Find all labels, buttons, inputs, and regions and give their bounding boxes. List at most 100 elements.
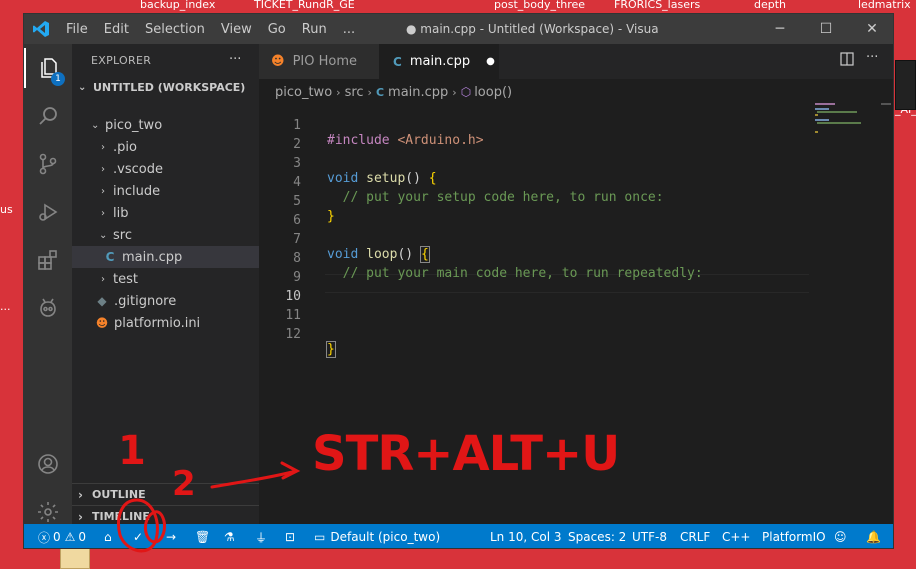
desktop-label-4[interactable]: FRORICS_lasers bbox=[614, 0, 700, 11]
minimize-button[interactable]: ─ bbox=[757, 14, 803, 44]
explorer-activity[interactable]: 1 bbox=[24, 48, 72, 88]
pio-env-switcher[interactable]: ▭ Default (pico_two) bbox=[314, 524, 440, 548]
warning-icon: ⚠ bbox=[64, 530, 76, 544]
tree-item-label: pico_two bbox=[105, 117, 163, 133]
cursor-position-status[interactable]: Ln 10, Col 3 bbox=[490, 524, 562, 548]
pio-serial-monitor-button[interactable]: ⏚ bbox=[255, 524, 267, 548]
workspace-header[interactable]: ⌄ UNTITLED (WORKSPACE) bbox=[72, 77, 259, 99]
desktop-label-1[interactable]: backup_index bbox=[140, 0, 215, 11]
tree-item-include[interactable]: › include bbox=[72, 180, 259, 202]
desktop-label-left-1[interactable]: us bbox=[0, 203, 13, 216]
chevron-right-icon: › bbox=[78, 509, 83, 524]
activity-bar: 1 bbox=[24, 44, 72, 524]
breadcrumb-item[interactable]: main.cpp bbox=[388, 85, 448, 100]
window-title: ● main.cpp - Untitled (Workspace) - Visu… bbox=[406, 22, 658, 36]
tree-item-src[interactable]: ⌄ src bbox=[72, 224, 259, 246]
tree-item-platformio-ini[interactable]: ☻ platformio.ini bbox=[72, 312, 259, 334]
code-line[interactable]: 12 } bbox=[259, 312, 819, 358]
menu-selection[interactable]: Selection bbox=[137, 22, 213, 37]
chevron-right-icon: › bbox=[78, 487, 83, 502]
code-line-current[interactable]: 10 bbox=[259, 274, 819, 304]
desktop-label-2[interactable]: TICKET_RundR_GE bbox=[254, 0, 355, 11]
tab-main-cpp[interactable]: C main.cpp ● bbox=[379, 44, 499, 79]
tree-item-main-cpp[interactable]: C main.cpp bbox=[72, 246, 259, 268]
desktop-folder-icon[interactable] bbox=[895, 60, 916, 110]
pio-home-button[interactable]: ⌂ bbox=[104, 524, 112, 548]
platformio-activity[interactable] bbox=[24, 288, 72, 328]
explorer-more-button[interactable]: ··· bbox=[229, 52, 241, 67]
feedback-button[interactable]: ☺ bbox=[834, 524, 847, 548]
indentation-status[interactable]: Spaces: 2 bbox=[568, 524, 626, 548]
run-debug-activity[interactable] bbox=[24, 192, 72, 232]
code-line[interactable]: 9 bbox=[259, 255, 819, 285]
chevron-down-icon: ⌄ bbox=[91, 119, 100, 131]
tree-item-label: include bbox=[113, 183, 161, 199]
tree-item-test[interactable]: › test bbox=[72, 268, 259, 290]
search-activity[interactable] bbox=[24, 96, 72, 136]
menu-run[interactable]: Run bbox=[294, 22, 335, 37]
line-number: 12 bbox=[285, 327, 301, 342]
pio-upload-button[interactable]: → bbox=[166, 524, 176, 548]
code-line[interactable]: 8 // put your main code here, to run rep… bbox=[259, 236, 819, 281]
menu-file[interactable]: File bbox=[58, 22, 96, 37]
menu-more[interactable]: ... bbox=[335, 22, 363, 37]
code-line[interactable]: 2 bbox=[259, 122, 819, 152]
split-editor-icon bbox=[840, 52, 854, 66]
code-line[interactable]: 3 void setup() { bbox=[259, 141, 819, 186]
pio-terminal-button[interactable]: ⊡ bbox=[285, 524, 296, 548]
menu-edit[interactable]: Edit bbox=[96, 22, 137, 37]
desktop-label-5[interactable]: depth bbox=[754, 0, 786, 11]
notifications-button[interactable]: 🔔 bbox=[866, 524, 881, 548]
breadcrumb-item[interactable]: pico_two bbox=[275, 85, 332, 100]
menu-go[interactable]: Go bbox=[260, 22, 294, 37]
desktop-label-left-2[interactable]: ... bbox=[0, 300, 11, 313]
pio-clean-button[interactable]: 🗑 bbox=[195, 524, 210, 548]
pio-test-button[interactable]: ⚗ bbox=[224, 524, 235, 548]
tree-item-gitignore[interactable]: ◆ .gitignore bbox=[72, 290, 259, 312]
pio-build-button[interactable]: ✓ bbox=[133, 524, 143, 548]
platformio-status[interactable]: PlatformIO bbox=[762, 524, 826, 548]
annotation-shortcut-text: STR+ALT+U bbox=[312, 426, 620, 482]
search-icon bbox=[39, 107, 57, 125]
code-line[interactable]: 7 void loop() { bbox=[259, 217, 819, 263]
tree-item-pio[interactable]: › .pio bbox=[72, 136, 259, 158]
outline-section-header[interactable]: › OUTLINE bbox=[72, 483, 259, 505]
terminal-icon: ⊡ bbox=[285, 530, 296, 544]
tree-item-label: .gitignore bbox=[114, 293, 177, 309]
extensions-activity[interactable] bbox=[24, 240, 72, 280]
desktop-label-6[interactable]: ledmatrix bbox=[858, 0, 911, 11]
close-button[interactable]: ✕ bbox=[849, 14, 893, 44]
breadcrumb-item[interactable]: loop() bbox=[474, 85, 512, 100]
menu-view[interactable]: View bbox=[213, 22, 260, 37]
code-line[interactable]: 4 // put your setup code here, to run on… bbox=[259, 160, 819, 205]
error-icon: ⓧ bbox=[38, 530, 51, 545]
source-control-activity[interactable] bbox=[24, 144, 72, 184]
maximize-button[interactable]: ☐ bbox=[803, 14, 849, 44]
language-mode-status[interactable]: C++ bbox=[722, 524, 751, 548]
desktop-file-icon[interactable] bbox=[60, 548, 90, 569]
tree-item-label: .vscode bbox=[113, 161, 163, 177]
chevron-down-icon: ⌄ bbox=[78, 82, 87, 93]
tree-item-pico-two[interactable]: ⌄ pico_two bbox=[72, 114, 259, 136]
code-line[interactable]: 6 bbox=[259, 198, 819, 228]
accounts-activity[interactable] bbox=[24, 444, 72, 484]
code-line[interactable]: 11 bbox=[259, 293, 819, 323]
chevron-down-icon: ⌄ bbox=[99, 229, 108, 241]
chevron-right-icon: › bbox=[101, 185, 105, 197]
tab-label: PIO Home bbox=[292, 54, 357, 69]
tree-item-lib[interactable]: › lib bbox=[72, 202, 259, 224]
editor-more-button[interactable]: ··· bbox=[866, 50, 878, 65]
tree-item-vscode[interactable]: › .vscode bbox=[72, 158, 259, 180]
breadcrumb-item[interactable]: src bbox=[345, 85, 364, 100]
problems-status[interactable]: ⓧ 0 ⚠ 0 bbox=[38, 524, 86, 548]
desktop-label-3[interactable]: post_body_three bbox=[494, 0, 585, 11]
unsaved-dot-icon[interactable]: ● bbox=[486, 56, 495, 67]
encoding-status[interactable]: UTF-8 bbox=[632, 524, 667, 548]
eol-status[interactable]: CRLF bbox=[680, 524, 710, 548]
minimap[interactable] bbox=[815, 103, 875, 143]
code-line[interactable]: 5 } bbox=[259, 179, 819, 224]
code-line[interactable]: 1 #include <Arduino.h> bbox=[259, 103, 819, 148]
menu-bar: File Edit Selection View Go Run ... bbox=[58, 14, 363, 44]
split-editor-button[interactable] bbox=[840, 52, 854, 70]
tab-pio-home[interactable]: ☻ PIO Home bbox=[259, 44, 379, 79]
